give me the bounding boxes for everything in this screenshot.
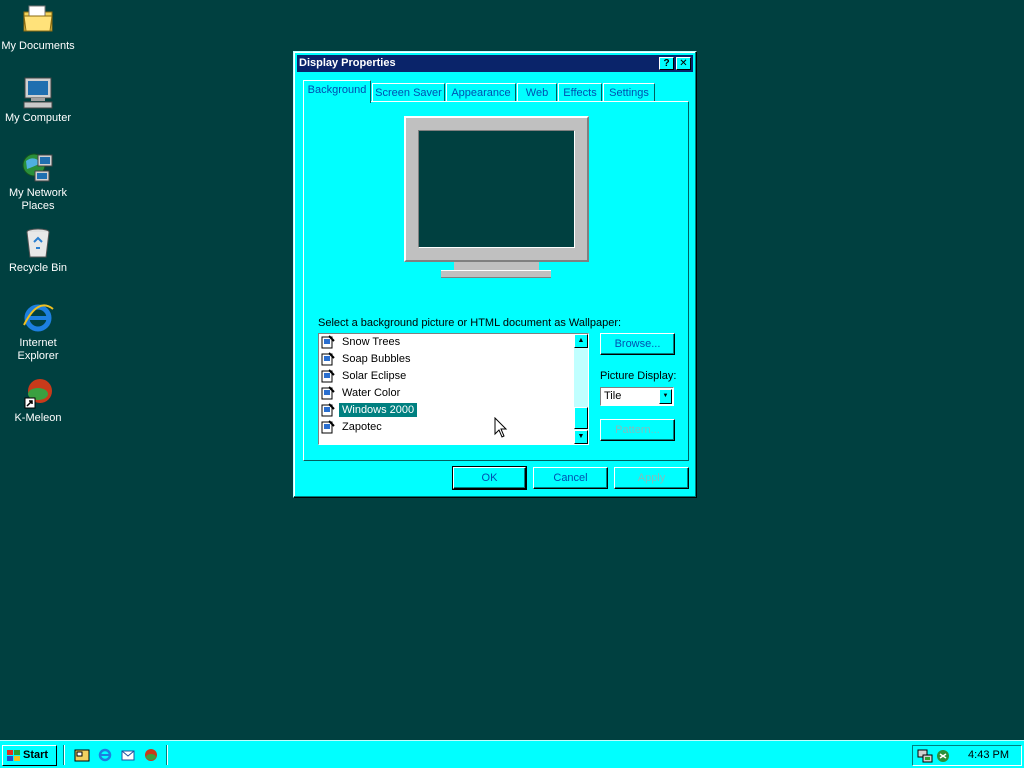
list-item[interactable]: Solar Eclipse [321,368,409,385]
wallpaper-instruction: Select a background picture or HTML docu… [318,317,622,329]
outlook-express-icon[interactable] [120,747,136,763]
ok-button-label: OK [481,472,498,484]
tab-label: Background [307,84,367,96]
scroll-up-button[interactable]: ▲ [574,334,588,348]
picture-display-value: Tile [604,390,622,402]
list-item-label: Windows 2000 [339,403,418,417]
list-item-label: Solar Eclipse [342,370,407,382]
tab-background[interactable]: Background [303,80,371,103]
wallpaper-file-icon [321,403,335,417]
dialog-title-bar[interactable]: Display Properties ? ✕ [297,55,693,72]
help-button[interactable]: ? [659,57,674,70]
network-icon [21,151,55,185]
ie-icon [21,301,55,335]
close-button[interactable]: ✕ [676,57,691,70]
wallpaper-list[interactable]: Snow Trees Soap Bubbles Solar Eclipse Wa… [318,333,589,445]
arrow-down-icon: ▼ [577,433,585,440]
folder-icon [21,4,55,38]
mouse-cursor-icon [494,417,508,438]
kmeleon-quicklaunch-icon[interactable] [143,747,159,763]
apply-button[interactable]: Apply [614,467,689,489]
wallpaper-file-icon [321,352,335,366]
wallpaper-file-icon [321,369,335,383]
taskbar: Start 4:43 PM [0,740,1024,768]
desktop-icon-label: Recycle Bin [8,262,68,274]
tab-label: Appearance [451,87,511,99]
tab-screen-saver[interactable]: Screen Saver [372,83,445,102]
browse-button[interactable]: Browse... [600,333,675,355]
list-item-selected[interactable]: Windows 2000 [321,402,418,419]
desktop-icon-label-line1: My Network [8,187,68,199]
desktop: My Documents My Computer My Network Plac… [0,0,1024,740]
show-desktop-icon[interactable] [74,747,90,763]
help-icon: ? [663,58,670,69]
chevron-down-icon[interactable]: ▼ [659,389,672,404]
tab-label: Effects [563,87,597,99]
list-item[interactable]: Soap Bubbles [321,351,414,368]
desktop-icon-internet-explorer[interactable]: Internet Explorer [0,301,76,363]
list-item[interactable]: Snow Trees [321,334,403,351]
ok-button[interactable]: OK [452,466,527,490]
desktop-icon-k-meleon[interactable]: K-Meleon [0,376,76,425]
tab-label: Screen Saver [375,87,442,99]
picture-display-label: Picture Display: [600,370,677,382]
desktop-icon-recycle-bin[interactable]: Recycle Bin [0,226,76,275]
desktop-icon-label: My Computer [4,112,72,124]
picture-display-select[interactable]: Tile ▼ [600,387,674,406]
desktop-icon-label-line2: Places [21,200,55,212]
list-item[interactable]: Water Color [321,385,403,402]
wallpaper-list-scrollbar[interactable]: ▲ ▼ [574,334,588,444]
pattern-button[interactable]: Pattern... [600,419,675,441]
tab-effects[interactable]: Effects [558,83,602,102]
system-tray: 4:43 PM [912,745,1022,766]
tab-settings[interactable]: Settings [603,83,655,102]
monitor-preview-base [441,270,551,278]
browse-button-label: Browse... [614,338,661,350]
monitor-preview [404,116,589,262]
tab-label: Settings [609,87,649,99]
apply-button-label: Apply [637,472,666,484]
desktop-icon-my-network-places[interactable]: My Network Places [0,151,76,213]
desktop-icon-label: K-Meleon [14,412,62,424]
tab-label: Web [525,87,549,99]
volume-tray-icon[interactable] [935,748,951,764]
taskbar-separator [166,745,168,765]
network-tray-icon[interactable] [917,748,933,764]
start-button[interactable]: Start [2,745,57,766]
desktop-icon-label-line2: Explorer [17,350,59,362]
wallpaper-file-icon [321,420,335,434]
clock[interactable]: 4:43 PM [968,746,1009,765]
ie-quicklaunch-icon[interactable] [97,747,113,763]
list-item[interactable]: Zapotec [321,419,385,436]
wallpaper-file-icon [321,335,335,349]
scroll-thumb[interactable] [574,407,588,429]
list-item-label: Water Color [342,387,401,399]
desktop-icon-my-documents[interactable]: My Documents [0,4,76,53]
list-item-label: Zapotec [342,421,382,433]
start-label: Start [23,749,49,761]
recycle-bin-icon [21,226,55,260]
close-icon: ✕ [679,58,688,69]
monitor-preview-screen [418,130,575,248]
cancel-button-label: Cancel [553,472,588,484]
taskbar-separator [63,745,65,765]
cancel-button[interactable]: Cancel [533,467,608,489]
kmeleon-icon [21,376,55,410]
computer-icon [21,76,55,110]
desktop-icon-label-line1: Internet [19,337,57,349]
pattern-button-label: Pattern... [615,424,660,436]
arrow-up-icon: ▲ [577,337,585,344]
desktop-icon-my-computer[interactable]: My Computer [0,76,76,125]
wallpaper-file-icon [321,386,335,400]
scroll-down-button[interactable]: ▼ [574,430,588,444]
dialog-title: Display Properties [299,57,396,69]
windows-logo-icon [7,750,20,761]
desktop-icon-label: My Documents [1,40,75,52]
tab-appearance[interactable]: Appearance [446,83,516,102]
list-item-label: Snow Trees [342,336,401,348]
tab-web[interactable]: Web [517,83,557,102]
list-item-label: Soap Bubbles [342,353,411,365]
